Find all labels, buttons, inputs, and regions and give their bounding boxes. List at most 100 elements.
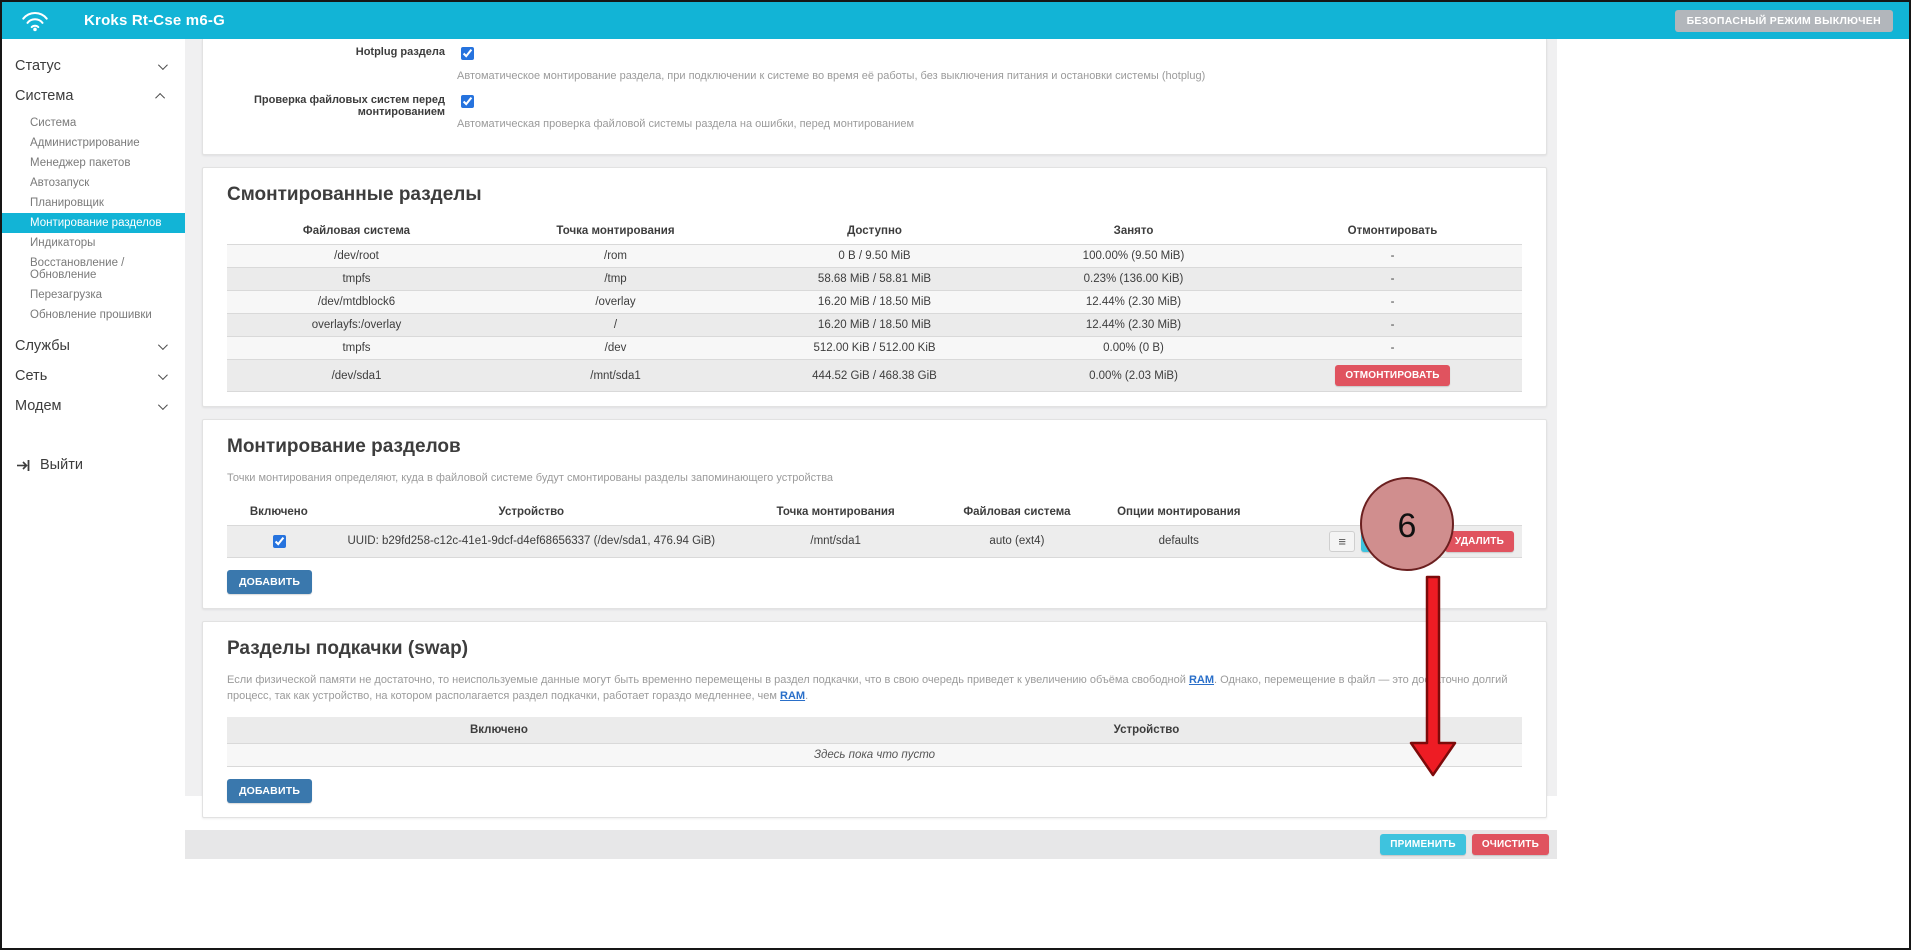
sidebar-group-modem[interactable]: Модем [2,391,185,421]
hotplug-label: Hotplug раздела [227,44,445,82]
table-row: tmpfs /dev 512.00 KiB / 512.00 KiB 0.00%… [227,337,1522,360]
chevron-up-icon [155,92,165,102]
logout-icon [15,458,31,473]
table-cell: /dev [486,337,745,360]
logout-button[interactable]: Выйти [2,447,185,483]
table-cell: - [1263,314,1522,337]
table-header-row: Включено Устройство Точка монтирования Ф… [227,499,1522,526]
add-swap-button[interactable]: ДОБАВИТЬ [227,779,312,803]
page-title: Kroks Rt-Cse m6-G [84,12,225,29]
mount-points-card: Монтирование разделов Точки монтирования… [202,419,1547,609]
sidebar-group-status[interactable]: Статус [2,51,185,81]
sidebar-item-reboot[interactable]: Перезагрузка [2,285,185,305]
column-header: Файловая система [939,499,1094,526]
chevron-down-icon [158,60,168,70]
mount-options-form: Hotplug раздела Автоматическое монтирова… [202,39,1547,155]
swap-title: Разделы подкачки (swap) [227,638,1522,660]
sidebar: Статус Система Система Администрирование… [2,39,185,948]
wifi-icon [20,9,50,32]
table-cell: - [1263,245,1522,268]
column-header: Устройство [331,499,732,526]
column-header: Доступно [745,218,1004,245]
sidebar-item-leds[interactable]: Индикаторы [2,233,185,253]
mount-points-title: Монтирование разделов [227,436,1522,458]
system-submenu: Система Администрирование Менеджер пакет… [2,113,185,325]
table-cell: 0 B / 9.50 MiB [745,245,1004,268]
table-cell: / [486,314,745,337]
mounted-partitions-table: Файловая система Точка монтирования Дост… [227,218,1522,392]
sidebar-item-package-manager[interactable]: Менеджер пакетов [2,153,185,173]
table-cell: /tmp [486,268,745,291]
sidebar-item-firmware-upgrade[interactable]: Обновление прошивки [2,305,185,325]
logout-label: Выйти [40,457,83,473]
table-cell: /dev/root [227,245,486,268]
table-cell: auto (ext4) [939,525,1094,557]
safe-mode-badge[interactable]: БЕЗОПАСНЫЙ РЕЖИМ ВЫКЛЮЧЕН [1675,10,1893,32]
table-cell: 12.44% (2.30 MiB) [1004,291,1263,314]
table-cell: 16.20 MiB / 18.50 MiB [745,291,1004,314]
sidebar-item-system[interactable]: Система [2,113,185,133]
router-admin-page: Kroks Rt-Cse m6-G БЕЗОПАСНЫЙ РЕЖИМ ВЫКЛЮ… [0,0,1911,950]
table-cell: 58.68 MiB / 58.81 MiB [745,268,1004,291]
column-header: Устройство [771,717,1522,744]
swap-description: Если физической памяти не достаточно, то… [227,672,1522,705]
table-row: /dev/sda1 /mnt/sda1 444.52 GiB / 468.38 … [227,360,1522,392]
delete-button[interactable]: УДАЛИТЬ [1445,531,1514,552]
reset-button[interactable]: ОЧИСТИТЬ [1472,834,1549,855]
column-header: Занято [1004,218,1263,245]
column-header: Отмонтировать [1263,218,1522,245]
sidebar-group-system[interactable]: Система [2,81,185,111]
edit-button[interactable]: ИЗМЕНИТЬ [1361,531,1439,552]
sidebar-item-administration[interactable]: Администрирование [2,133,185,153]
table-cell: - [1263,337,1522,360]
table-cell: /dev/mtdblock6 [227,291,486,314]
table-cell: /overlay [486,291,745,314]
table-cell [227,525,331,557]
sidebar-item-scheduler[interactable]: Планировщик [2,193,185,213]
table-cell: 0.00% (0 B) [1004,337,1263,360]
sidebar-item-backup-restore[interactable]: Восстановление / Обновление [2,253,185,285]
fsck-description: Автоматическая проверка файловой системы… [457,118,1522,130]
hotplug-description: Автоматическое монтирование раздела, при… [457,70,1522,82]
sidebar-item-startup[interactable]: Автозапуск [2,173,185,193]
sidebar-group-label: Службы [15,338,70,354]
sidebar-group-network[interactable]: Сеть [2,361,185,391]
sidebar-item-mount-points[interactable]: Монтирование разделов [2,213,185,233]
fsck-row: Проверка файловых систем перед монтирова… [227,92,1522,130]
swap-table: Включено Устройство Здесь пока что пусто [227,717,1522,767]
main-content: Hotplug раздела Автоматическое монтирова… [185,39,1557,796]
row-menu-button[interactable]: ≡ [1329,531,1355,552]
sidebar-group-label: Система [15,88,73,104]
table-cell: ≡ ИЗМЕНИТЬ УДАЛИТЬ [1263,525,1522,557]
right-filler [1557,39,1909,948]
table-cell: - [1263,291,1522,314]
column-header: Включено [227,717,771,744]
table-cell: - [1263,268,1522,291]
table-row: /dev/mtdblock6 /overlay 16.20 MiB / 18.5… [227,291,1522,314]
chevron-down-icon [158,370,168,380]
mount-enabled-checkbox[interactable] [273,535,286,548]
table-row: UUID: b29fd258-c12c-41e1-9dcf-d4ef686563… [227,525,1522,557]
empty-placeholder: Здесь пока что пусто [227,743,1522,766]
mount-points-description: Точки монтирования определяют, куда в фа… [227,470,1522,487]
column-header: Точка монтирования [486,218,745,245]
table-row: Здесь пока что пусто [227,743,1522,766]
unmount-button[interactable]: ОТМОНТИРОВАТЬ [1335,365,1449,386]
column-header [1263,499,1522,526]
hotplug-checkbox[interactable] [461,47,474,60]
add-mount-button[interactable]: ДОБАВИТЬ [227,570,312,594]
swap-desc-text: . [805,690,808,702]
sidebar-group-label: Модем [15,398,61,414]
ram-link[interactable]: RAM [780,690,805,702]
table-cell: /rom [486,245,745,268]
table-cell: tmpfs [227,268,486,291]
swap-card: Разделы подкачки (swap) Если физической … [202,621,1547,818]
ram-link[interactable]: RAM [1189,674,1214,686]
apply-button[interactable]: ПРИМЕНИТЬ [1380,834,1466,855]
fsck-checkbox[interactable] [461,95,474,108]
table-cell: 512.00 KiB / 512.00 KiB [745,337,1004,360]
mounted-partitions-card: Смонтированные разделы Файловая система … [202,167,1547,407]
table-cell: /dev/sda1 [227,360,486,392]
hotplug-row: Hotplug раздела Автоматическое монтирова… [227,44,1522,82]
sidebar-group-services[interactable]: Службы [2,331,185,361]
